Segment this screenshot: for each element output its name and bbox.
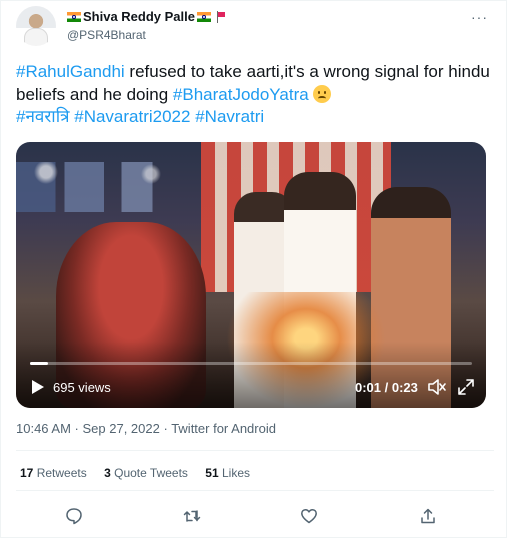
hashtag-link[interactable]: #नवरात्रि — [16, 107, 70, 126]
tweet-text: #RahulGandhi refused to take aarti,it's … — [16, 61, 494, 129]
author-handle[interactable]: @PSR4Bharat — [67, 28, 146, 42]
tweet-meta: 10:46 AM · Sep 27, 2022 · Twitter for An… — [16, 421, 276, 436]
likes-count: 51 — [205, 466, 219, 480]
like-icon[interactable] — [300, 507, 318, 525]
mute-icon[interactable] — [427, 377, 447, 397]
divider — [16, 450, 494, 451]
video-progress-bar[interactable] — [30, 362, 472, 365]
tweet-card: Shiva Reddy Palle @PSR4Bharat ··· #Rahul… — [0, 0, 507, 538]
tweet-time[interactable]: 10:46 AM — [16, 421, 71, 436]
more-icon[interactable]: ··· — [471, 9, 488, 25]
video-player[interactable]: 695 views 0:01 / 0:23 — [16, 142, 486, 408]
hashtag-link[interactable]: #RahulGandhi — [16, 62, 125, 81]
emoji-icon — [313, 84, 332, 103]
avatar[interactable] — [16, 6, 56, 46]
author-name-row[interactable]: Shiva Reddy Palle — [67, 9, 227, 24]
hashtag-link[interactable]: #Navaratri2022 — [74, 107, 190, 126]
quotes-count: 3 — [104, 466, 111, 480]
retweets-count: 17 — [20, 466, 34, 480]
quotes-stat[interactable]: 3 Quote Tweets — [104, 466, 188, 480]
meta-separator: · — [70, 421, 83, 436]
share-icon[interactable] — [419, 507, 437, 525]
retweets-stat[interactable]: 17 Retweets — [20, 466, 87, 480]
author-display-name[interactable]: Shiva Reddy Palle — [83, 9, 195, 24]
flag-india-icon — [197, 11, 211, 22]
retweets-label: Retweets — [36, 466, 87, 480]
video-views: 695 views — [53, 380, 111, 395]
flag-india-icon — [67, 11, 81, 22]
likes-stat[interactable]: 51 Likes — [205, 466, 250, 480]
tweet-stats: 17 Retweets 3 Quote Tweets 51 Likes — [20, 466, 264, 480]
video-time: 0:01 / 0:23 — [355, 380, 418, 395]
video-progress-fill — [30, 362, 48, 365]
tweet-date[interactable]: Sep 27, 2022 — [83, 421, 160, 436]
quotes-label: Quote Tweets — [114, 466, 188, 480]
hashtag-link[interactable]: #BharatJodoYatra — [173, 85, 309, 104]
divider — [16, 490, 494, 491]
play-icon[interactable] — [31, 379, 45, 395]
reply-icon[interactable] — [65, 507, 83, 525]
likes-label: Likes — [221, 466, 250, 480]
meta-separator: · — [159, 421, 172, 436]
tweet-source[interactable]: Twitter for Android — [171, 421, 276, 436]
retweet-icon[interactable] — [183, 507, 201, 525]
expand-icon[interactable] — [456, 377, 476, 397]
video-controls-shade — [16, 342, 486, 408]
hashtag-link[interactable]: #Navratri — [195, 107, 264, 126]
red-flag-icon — [215, 10, 227, 23]
